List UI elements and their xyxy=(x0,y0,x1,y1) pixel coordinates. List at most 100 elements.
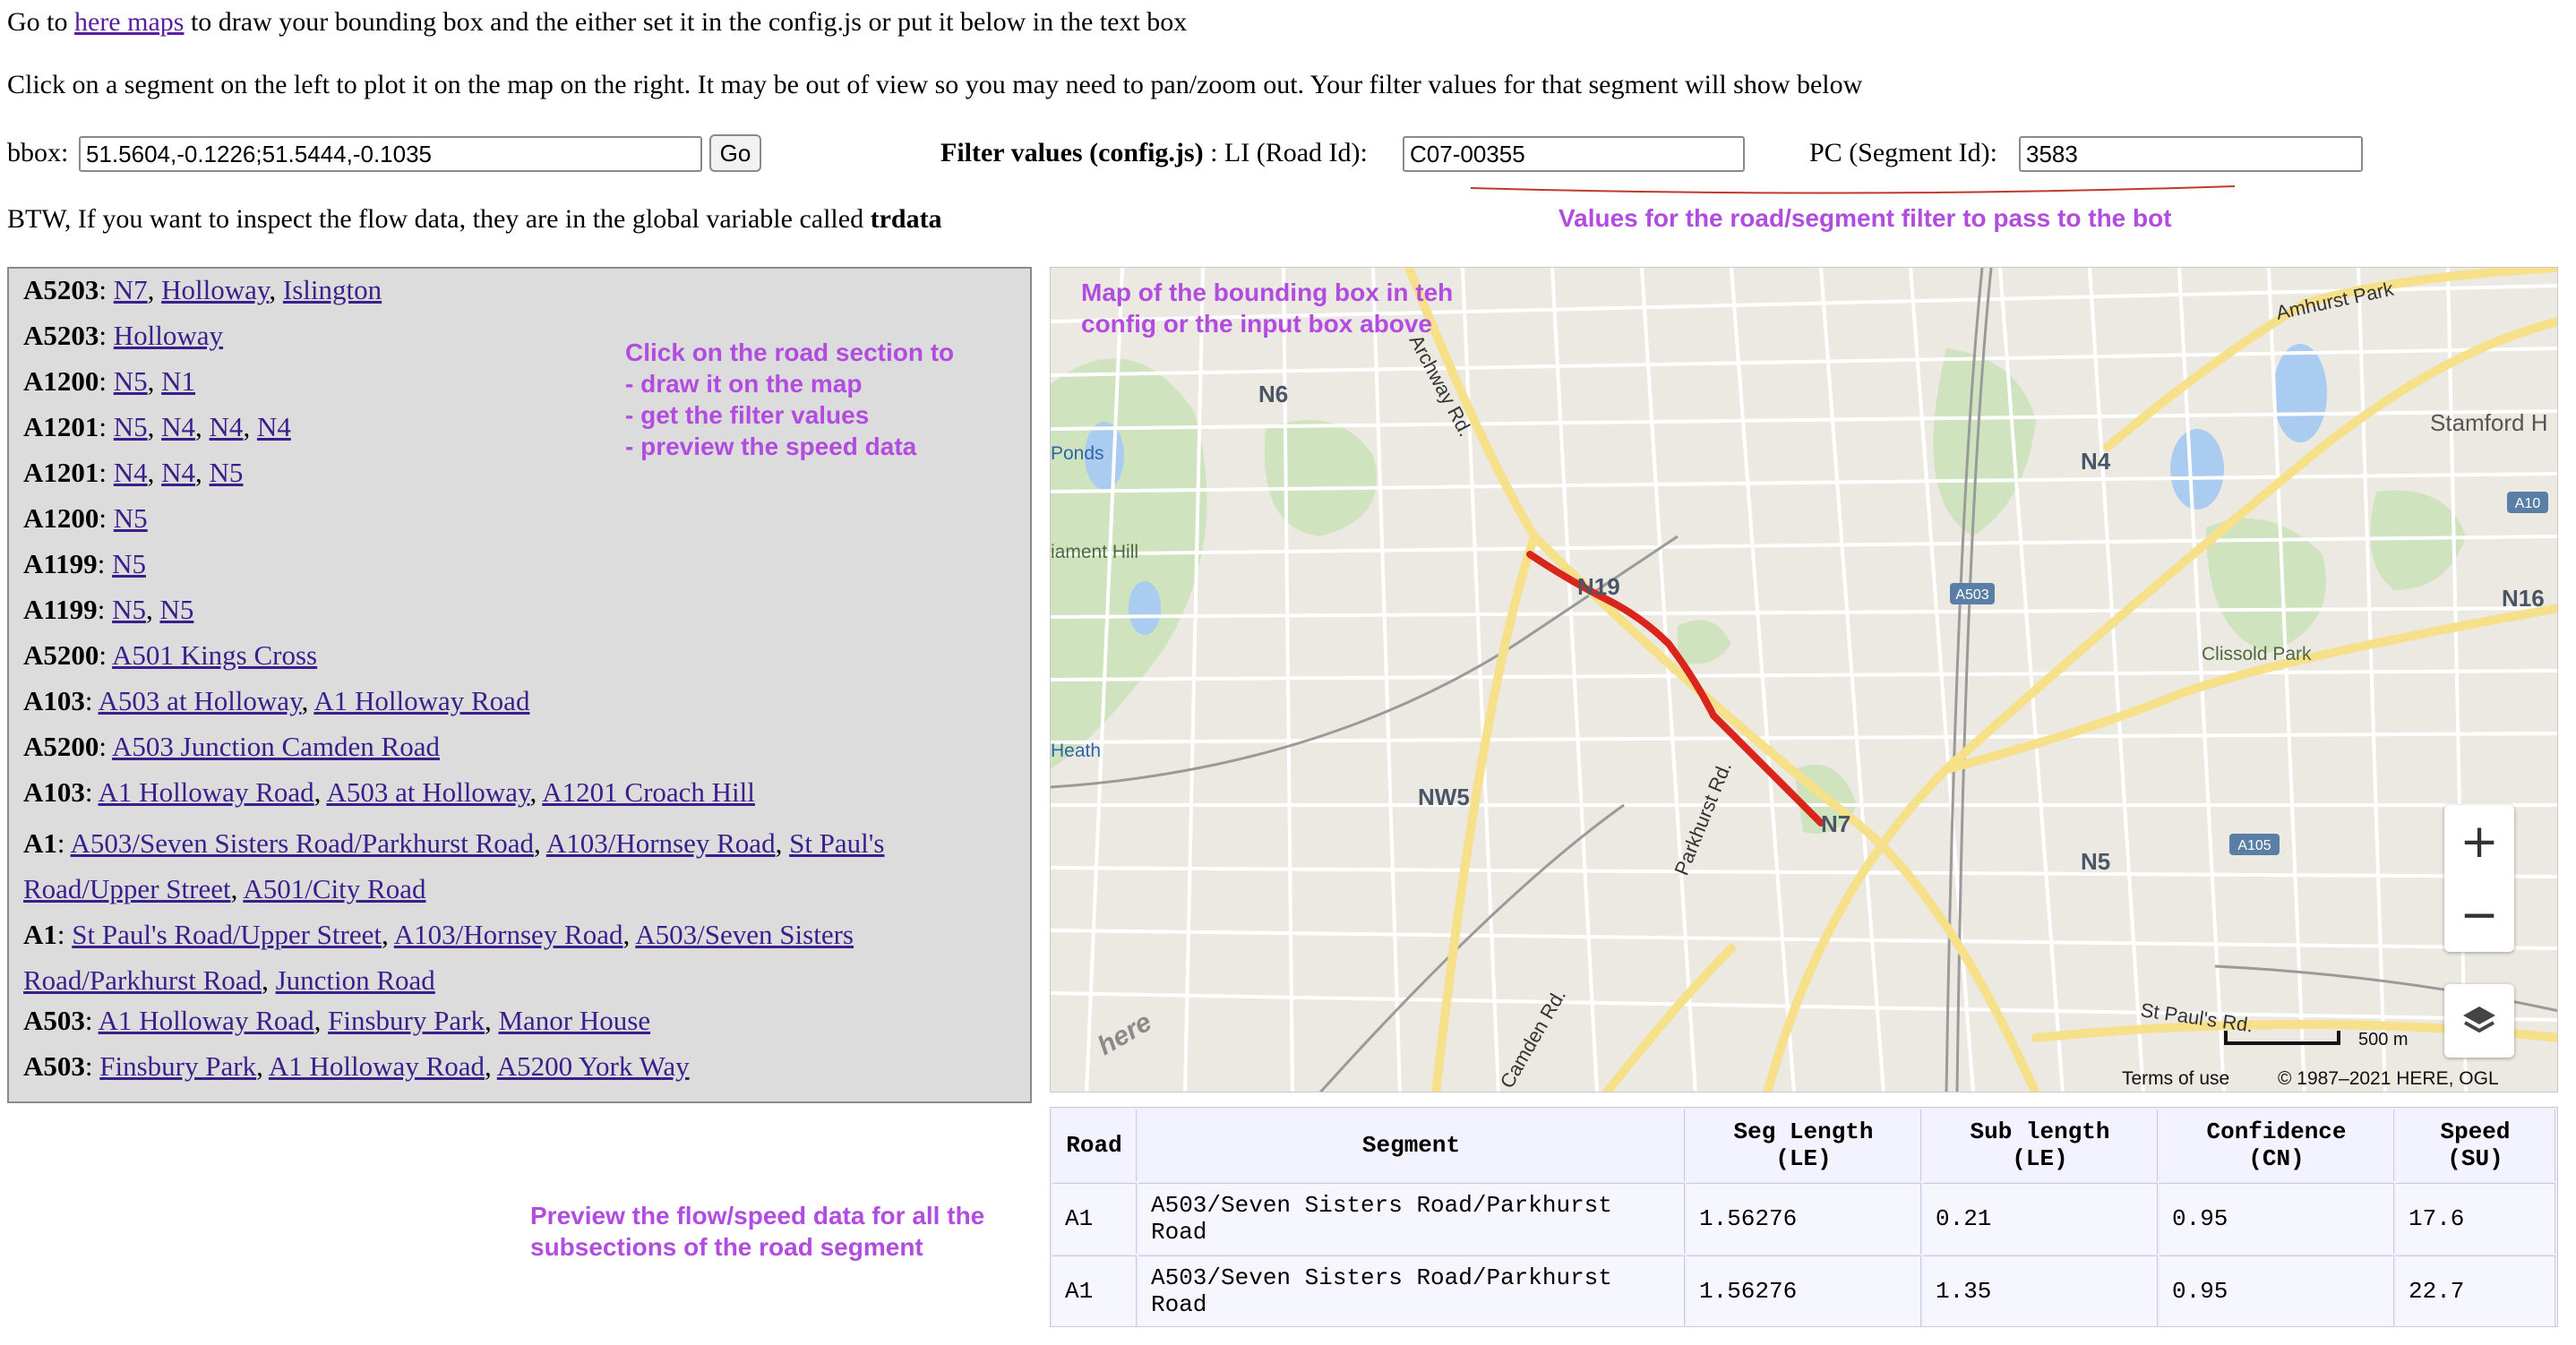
road-section-link[interactable]: N4 xyxy=(161,411,195,442)
filter-label-line: Filter values (config.js) : LI (Road Id)… xyxy=(940,138,1368,168)
shield-a105: A105 xyxy=(2237,838,2271,853)
road-section-link[interactable]: N5 xyxy=(159,594,193,625)
column-header: Speed (SU) xyxy=(2396,1109,2555,1181)
here-maps-link[interactable]: here maps xyxy=(74,7,184,37)
road-section-link[interactable]: Finsbury Park xyxy=(99,1050,256,1082)
annotation-underline xyxy=(1470,185,2236,194)
road-section-link[interactable]: Holloway xyxy=(114,320,223,351)
preview-note-line: subsections of the road segment xyxy=(530,1233,923,1261)
road-list-item: A503: A1 Holloway Road, Finsbury Park, M… xyxy=(23,1005,651,1036)
shield-a10: A10 xyxy=(2515,496,2541,511)
road-section-link[interactable]: N5 xyxy=(114,365,148,397)
map-annotation: Map of the bounding box in teh config or… xyxy=(1081,277,1453,339)
table-cell: 17.6 xyxy=(2396,1183,2555,1254)
road-section-link[interactable]: A1 Holloway Road xyxy=(269,1050,485,1082)
road-list-item: A5200: A501 Kings Cross xyxy=(23,639,318,671)
road-list-item: A103: A503 at Holloway, A1 Holloway Road xyxy=(23,685,530,716)
road-section-link[interactable]: N4 xyxy=(257,411,291,442)
road-id: A103 xyxy=(23,776,85,808)
road-section-link[interactable]: A1 Holloway Road xyxy=(99,776,314,808)
table-cell: A503/Seven Sisters Road/Parkhurst Road xyxy=(1138,1183,1685,1254)
table-cell: 22.7 xyxy=(2396,1255,2555,1326)
road-section-link[interactable]: Islington xyxy=(283,274,382,305)
map-note-line: Map of the bounding box in teh xyxy=(1081,278,1454,306)
column-header: Road xyxy=(1052,1109,1137,1181)
road-section-link[interactable]: A503/Seven Sisters Road/Parkhurst Road xyxy=(71,827,535,859)
li-road-id-input[interactable] xyxy=(1403,136,1745,172)
label-parliament-hill: iament Hill xyxy=(1051,542,1138,562)
road-section-link[interactable]: A5200 York Way xyxy=(497,1050,690,1082)
road-section-link[interactable]: A503 at Holloway xyxy=(99,685,302,716)
road-list-item: A5200: A503 Junction Camden Road xyxy=(23,731,440,762)
map-view[interactable]: A503 A10 A105 N6 N19 N4 N16 N7 N5 NW5 Ar… xyxy=(1050,267,2558,1092)
zoom-out-button[interactable]: − xyxy=(2444,878,2514,952)
road-section-link[interactable]: N4 xyxy=(114,457,148,488)
road-section-link[interactable]: N5 xyxy=(112,594,146,625)
click-note-line: - draw it on the map xyxy=(625,370,863,398)
road-section-link[interactable]: N5 xyxy=(112,548,146,579)
road-section-link[interactable]: A501 Kings Cross xyxy=(112,639,317,671)
column-header: Segment xyxy=(1138,1109,1685,1181)
map-canvas[interactable]: A503 A10 A105 N6 N19 N4 N16 N7 N5 NW5 Ar… xyxy=(1051,268,2558,1092)
road-list-item: A1: A503/Seven Sisters Road/Parkhurst Ro… xyxy=(23,827,885,904)
road-id: A1199 xyxy=(23,548,98,579)
shield-a503: A503 xyxy=(1955,587,1988,603)
road-list-item: A5203: N7, Holloway, Islington xyxy=(23,274,382,305)
bbox-input[interactable] xyxy=(79,136,702,172)
road-section-link[interactable]: Holloway xyxy=(161,274,269,305)
road-section-link[interactable]: A503 at Holloway xyxy=(326,776,529,808)
pc-segment-id-input[interactable] xyxy=(2019,136,2363,172)
table-cell: 1.56276 xyxy=(1687,1255,1921,1326)
road-section-link[interactable]: Finsbury Park xyxy=(328,1005,485,1036)
road-section-link[interactable]: N5 xyxy=(114,411,148,442)
road-id: A1201 xyxy=(23,411,99,442)
road-section-link[interactable]: N5 xyxy=(114,502,148,534)
road-section-link[interactable]: A103/Hornsey Road xyxy=(546,827,776,859)
btw-line: BTW, If you want to inspect the flow dat… xyxy=(7,204,942,235)
road-section-link[interactable]: N4 xyxy=(161,457,195,488)
label-n6: N6 xyxy=(1258,381,1288,407)
road-id: A5200 xyxy=(23,731,99,762)
column-header-text: Sub length xyxy=(1970,1118,2110,1145)
column-header-text: (SU) xyxy=(2447,1145,2503,1172)
instructions-text: Click on a segment on the left to plot i… xyxy=(7,70,1863,99)
zoom-control: + − xyxy=(2444,805,2514,952)
table-cell: A1 xyxy=(1052,1183,1137,1254)
road-section-link[interactable]: A1 Holloway Road xyxy=(99,1005,314,1036)
road-list-item: A5203: Holloway xyxy=(23,320,224,351)
road-section-link[interactable]: Manor House xyxy=(498,1005,650,1036)
filter-title: Filter values (config.js) xyxy=(940,138,1204,167)
road-section-link[interactable]: N4 xyxy=(210,411,244,442)
road-section-link[interactable]: N5 xyxy=(210,457,244,488)
zoom-in-button[interactable]: + xyxy=(2444,805,2514,878)
btw-prefix: BTW, If you want to inspect the flow dat… xyxy=(7,204,871,234)
road-section-link[interactable]: A503 Junction Camden Road xyxy=(112,731,440,762)
go-button[interactable]: Go xyxy=(709,134,761,172)
intro-prefix: Go to xyxy=(7,7,74,37)
column-header: Confidence (CN) xyxy=(2160,1109,2394,1181)
pond xyxy=(1129,581,1161,635)
road-section-link[interactable]: Junction Road xyxy=(276,964,435,996)
road-id: A503 xyxy=(23,1005,85,1036)
preview-note-line: Preview the flow/speed data for all the xyxy=(530,1202,985,1229)
road-section-link[interactable]: N1 xyxy=(161,365,195,397)
road-section-link[interactable]: St Paul's Road/Upper Street xyxy=(72,919,382,950)
road-section-link[interactable]: A1201 Croach Hill xyxy=(542,776,755,808)
column-header: Seg Length (LE) xyxy=(1687,1109,1921,1181)
road-section-link[interactable]: A103/Hornsey Road xyxy=(394,919,623,950)
road-id: A1201 xyxy=(23,457,99,488)
table-cell: A503/Seven Sisters Road/Parkhurst Road xyxy=(1138,1255,1685,1326)
road-section-link[interactable]: A501/City Road xyxy=(243,873,425,904)
terms-of-use-link[interactable]: Terms of use xyxy=(2122,1068,2229,1089)
label-ponds: Ponds xyxy=(1051,443,1104,464)
table-row: A1 A503/Seven Sisters Road/Parkhurst Road… xyxy=(1052,1183,2555,1254)
label-stamford: Stamford H xyxy=(2430,409,2548,436)
road-section-link[interactable]: A1 Holloway Road xyxy=(313,685,529,716)
road-id: A1199 xyxy=(23,594,98,625)
label-clissold: Clissold Park xyxy=(2202,644,2312,664)
road-section-link[interactable]: N7 xyxy=(114,274,148,305)
road-list-item: A1201: N4, N4, N5 xyxy=(23,457,244,488)
road-id: A1 xyxy=(23,827,57,859)
road-id: A5203 xyxy=(23,274,99,305)
layers-button[interactable] xyxy=(2444,984,2514,1058)
